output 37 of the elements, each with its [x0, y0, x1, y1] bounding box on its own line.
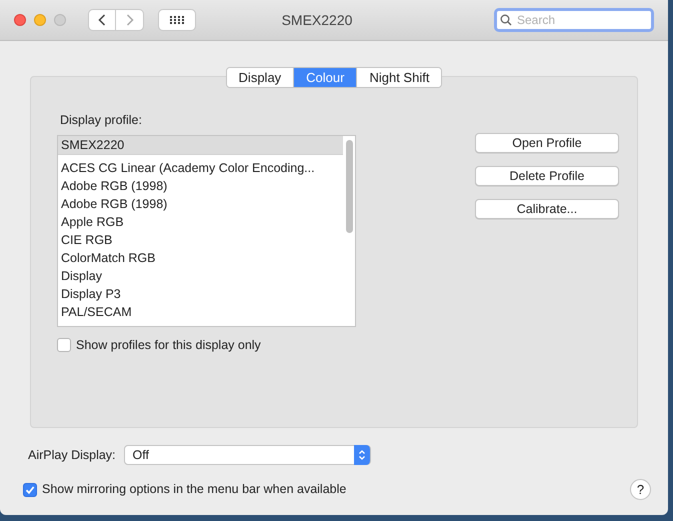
airplay-label: AirPlay Display: — [28, 446, 116, 464]
profile-item[interactable]: Adobe RGB (1998) — [58, 176, 343, 195]
profile-label: Display profile: — [60, 112, 143, 129]
back-button[interactable] — [88, 9, 116, 31]
minimize-icon[interactable] — [34, 14, 46, 26]
checkbox[interactable] — [23, 482, 37, 496]
stepper-icon — [354, 445, 370, 465]
zoom-icon[interactable] — [54, 14, 66, 26]
checkbox[interactable] — [57, 338, 71, 352]
checkbox-label: Show mirroring options in the menu bar when available — [42, 481, 346, 498]
close-icon[interactable] — [14, 14, 26, 26]
chevron-left-icon — [98, 14, 106, 26]
profile-item[interactable]: Display P3 — [58, 284, 343, 303]
checkbox-label: Show profiles for this display only — [76, 336, 261, 354]
profile-button[interactable]: Open Profile — [475, 133, 619, 153]
window-title: SMEX2220 — [280, 10, 354, 30]
profile-button[interactable]: Calibrate... — [475, 199, 619, 219]
tab[interactable]: Night Shift — [356, 68, 442, 87]
search-field[interactable]: Search — [494, 8, 654, 32]
show-all-button[interactable] — [158, 9, 196, 31]
profile-item[interactable]: PAL/SECAM — [58, 302, 343, 321]
scrollbar-thumb[interactable] — [346, 140, 352, 233]
tab[interactable]: Colour — [293, 68, 356, 87]
chevron-right-icon — [126, 14, 134, 26]
profile-item[interactable]: Adobe RGB (1998) — [58, 194, 343, 213]
search-icon — [500, 14, 512, 26]
profile-item[interactable]: ColorMatch RGB — [58, 248, 343, 267]
profile-item[interactable]: SMEX2220 — [58, 136, 343, 154]
profile-item[interactable]: ACES CG Linear (Academy Color Encoding... — [58, 158, 343, 177]
profile-item[interactable]: Apple RGB — [58, 212, 343, 231]
profile-item[interactable]: CIE RGB — [58, 230, 343, 249]
grid-icon — [170, 16, 184, 24]
profile-list[interactable]: SMEX2220 ACES CG Linear (Academy Color Encoding... Adobe RGB (1998) Adobe RGB (1998) Apple RGB CIE RGB ColorMatch RGB Display Display P3 PAL/SECAM — [57, 134, 356, 327]
airplay-dropdown[interactable]: Off — [124, 445, 371, 465]
help-button[interactable]: ? — [630, 479, 651, 500]
profile-item[interactable]: Display — [58, 266, 343, 285]
profile-button[interactable]: Delete Profile — [475, 166, 619, 186]
